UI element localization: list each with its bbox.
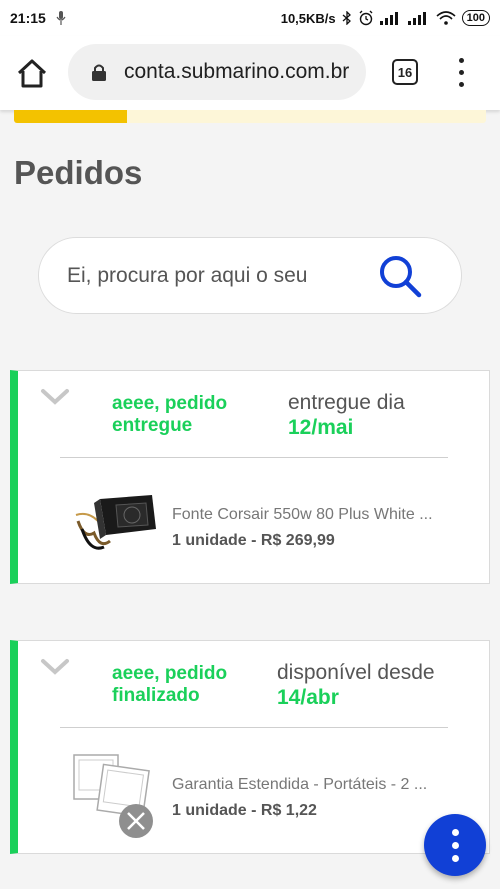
network-speed: 10,5KB/s — [280, 10, 336, 26]
product-quantity-price: 1 unidade - R$ 1,22 — [172, 802, 317, 819]
address-bar[interactable]: conta.submarino.com.br — [68, 44, 366, 100]
alarm-icon — [359, 10, 373, 26]
product-name[interactable]: Garantia Estendida - Portáteis - 2 ... — [172, 776, 442, 794]
address-url: conta.submarino.com.br — [124, 60, 350, 83]
order-date-value: 14/abr — [277, 686, 339, 709]
tab-switcher-button[interactable]: 16 — [392, 59, 418, 85]
chevron-down-icon[interactable] — [40, 657, 70, 677]
home-icon[interactable] — [14, 56, 50, 92]
bluetooth-icon — [342, 11, 351, 25]
fab-dot — [451, 854, 459, 862]
fab-dot — [451, 828, 459, 836]
signal-icon — [379, 12, 398, 25]
image-placeholder-icon[interactable] — [70, 751, 164, 841]
page-title: Pedidos — [14, 154, 143, 191]
order-card[interactable]: aeee, pedido finalizado disponível desde… — [10, 640, 490, 854]
divider — [60, 727, 448, 728]
page-progress-bar — [14, 110, 486, 123]
order-date-value: 12/mai — [288, 416, 354, 439]
wifi-icon — [436, 11, 456, 25]
microphone-icon — [56, 11, 66, 25]
order-date-label: entregue dia — [288, 391, 405, 414]
browser-toolbar: conta.submarino.com.br 16 — [0, 36, 500, 110]
signal-icon-2 — [407, 12, 426, 25]
fab-dot — [451, 841, 459, 849]
search-input[interactable] — [67, 260, 311, 292]
status-bar: 21:15 10,5KB/s 100 — [0, 0, 500, 36]
order-card[interactable]: aeee, pedido entregue entregue dia 12/ma… — [10, 370, 490, 584]
order-status: aeee, pedido finalizado — [112, 663, 228, 706]
order-status: aeee, pedido entregue — [112, 393, 228, 436]
lock-icon — [92, 64, 106, 81]
product-quantity-price: 1 unidade - R$ 269,99 — [172, 532, 335, 549]
order-date-label: disponível desde — [277, 661, 435, 684]
chevron-down-icon[interactable] — [40, 387, 70, 407]
divider — [60, 457, 448, 458]
battery-indicator: 100 — [461, 10, 490, 26]
status-time: 21:15 — [10, 10, 46, 26]
search-icon[interactable] — [377, 253, 423, 299]
power-supply-image[interactable] — [70, 481, 164, 561]
product-name[interactable]: Fonte Corsair 550w 80 Plus White ... — [172, 506, 442, 524]
progress-fill — [14, 110, 128, 123]
browser-menu-icon[interactable] — [450, 54, 472, 90]
more-options-fab[interactable] — [424, 814, 486, 876]
